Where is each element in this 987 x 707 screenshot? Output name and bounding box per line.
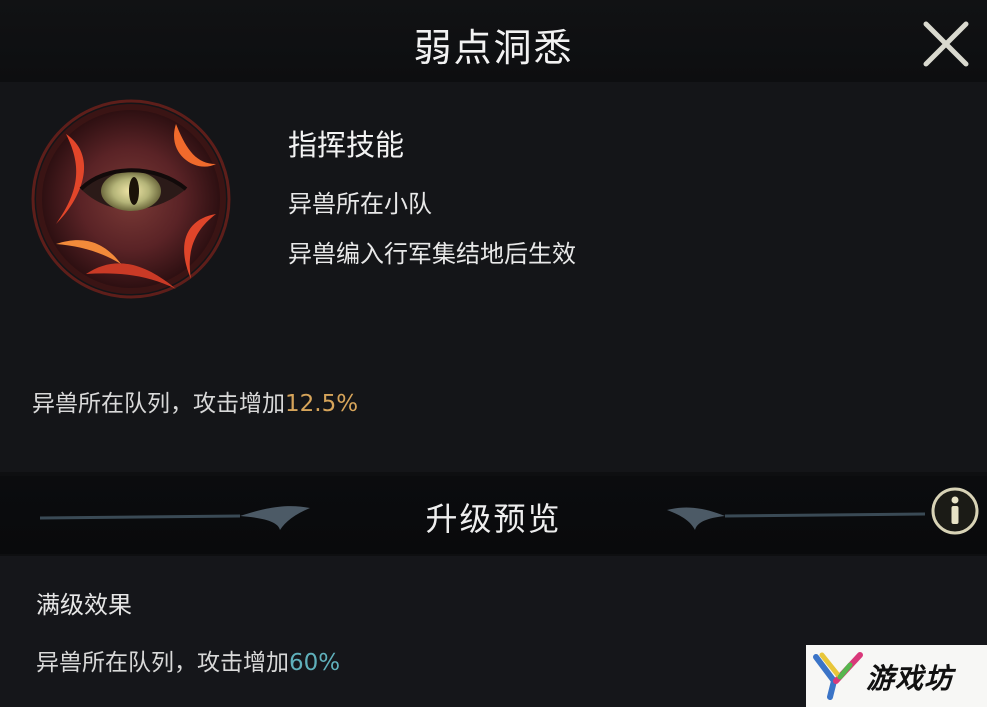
skill-condition-text: 异兽编入行军集结地后生效 [288,240,576,268]
current-effect: 异兽所在队列，攻击增加12.5% [32,384,358,418]
info-button[interactable] [930,486,980,536]
max-effect-value: 60% [289,650,341,676]
close-button[interactable] [918,16,974,72]
max-level-effect: 异兽所在队列，攻击增加60% [36,643,340,677]
dialog-title: 弱点洞悉 [413,26,574,70]
watermark-logo-icon [813,652,863,700]
watermark-text: 游戏坊 [866,662,954,695]
skill-detail-dialog: 弱点洞悉 指挥技能 异兽所在小队 异兽编入行军集结地后生效 异兽所在队列，攻击增… [0,0,987,707]
right-ornament-icon [667,507,926,530]
skill-type-label: 指挥技能 [288,128,405,162]
max-effect-text: 异兽所在队列，攻击增加 [36,650,289,676]
close-icon [923,21,969,67]
current-effect-value: 12.5% [285,391,359,417]
current-effect-text: 异兽所在队列，攻击增加 [32,391,285,417]
skill-scope-text: 异兽所在小队 [288,190,432,218]
beast-eye-icon [31,99,231,299]
info-icon [931,487,979,535]
dialog-header: 弱点洞悉 [0,0,987,82]
watermark: 游戏坊 [806,645,987,707]
max-level-label: 满级效果 [36,591,132,619]
